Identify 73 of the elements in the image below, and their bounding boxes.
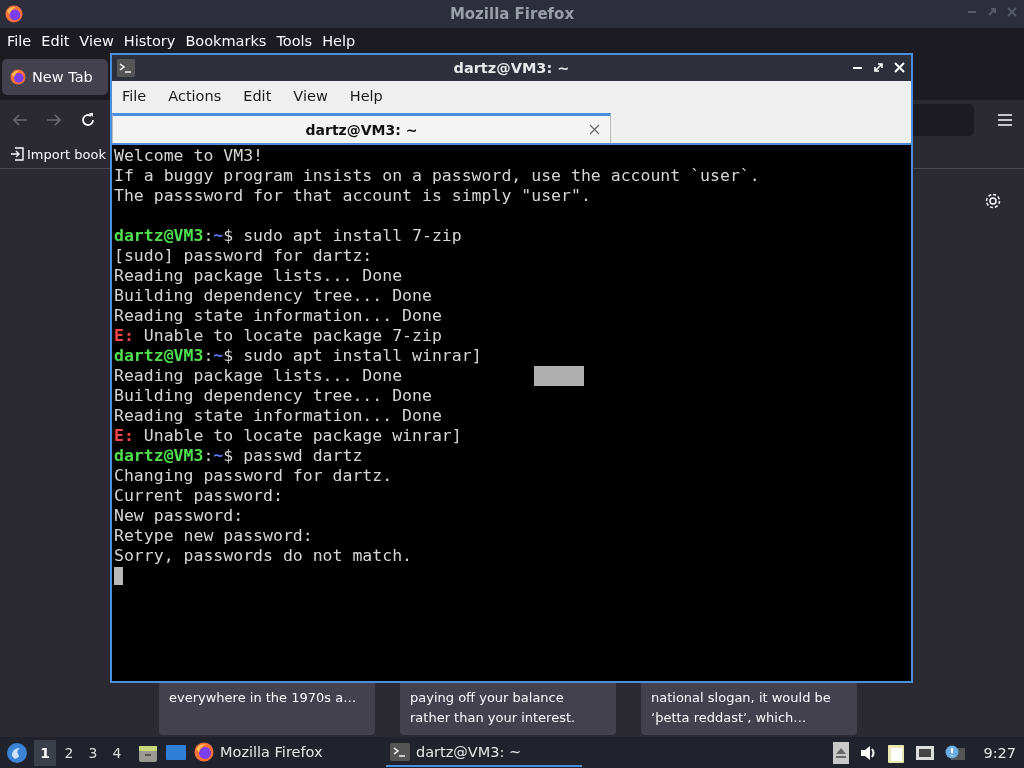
terminal-line: dartz@VM3:~$ passwd dartz — [114, 446, 363, 466]
browser-logo-icon — [5, 5, 23, 23]
terminal-line: Reading package lists... Done — [114, 366, 403, 386]
menu-item[interactable]: History — [118, 33, 181, 49]
terminal-line: Current password: — [114, 486, 283, 506]
menu-item[interactable]: Edit — [237, 88, 280, 104]
story-card[interactable]: everywhere in the 1970s a… — [159, 683, 375, 735]
menu-item[interactable]: File — [116, 88, 155, 104]
eject-icon[interactable] — [833, 741, 850, 764]
terminal-line: Reading state information... Done — [114, 406, 442, 426]
card-text: ‘þetta reddast’, which… — [651, 709, 807, 727]
menu-item[interactable]: Edit — [36, 33, 75, 49]
card-text: paying off your balance — [410, 689, 564, 707]
terminal-line: Building dependency tree... Done — [114, 286, 432, 306]
window-title: Mozilla Firefox — [449, 5, 575, 23]
taskbar-task[interactable]: dartz@VM3: ~ — [386, 738, 582, 767]
terminal-line: E: Unable to locate package winrar] — [114, 426, 462, 446]
menu-item[interactable]: Help — [317, 33, 361, 49]
card-text: rather than your interest. — [410, 709, 576, 727]
terminal-line: Sorry, passwords do not match. — [114, 546, 412, 566]
desktop-icon[interactable] — [166, 743, 186, 762]
taskbar-task[interactable]: Mozilla Firefox — [190, 738, 386, 767]
window-title: dartz@VM3: ~ — [453, 60, 570, 76]
terminal-line: Reading state information... Done — [114, 306, 442, 326]
bookmark-item[interactable]: Import book — [10, 146, 106, 162]
terminal-line: dartz@VM3:~$ sudo apt install winrar] — [114, 346, 482, 366]
settings-icon[interactable] — [984, 192, 1002, 210]
notification-icon[interactable] — [945, 743, 966, 762]
menu-icon[interactable] — [998, 114, 1012, 126]
start-menu-icon[interactable] — [6, 741, 28, 764]
workspace-button[interactable]: 2 — [58, 739, 80, 766]
workspace-button[interactable]: 1 — [34, 739, 56, 766]
terminal-tab[interactable]: dartz@VM3: ~ — [112, 113, 611, 143]
url-field[interactable] — [912, 104, 974, 136]
terminal-icon — [117, 59, 135, 77]
terminal-line: [sudo] password for dartz: — [114, 246, 373, 266]
selection-highlight — [534, 366, 584, 386]
clock-text: 9:27 — [983, 744, 1016, 761]
terminal-line: Reading package lists... Done — [114, 266, 403, 286]
menu-item[interactable]: Help — [343, 88, 391, 104]
workspace-button[interactable]: 4 — [106, 739, 128, 766]
menu-item[interactable]: View — [287, 88, 336, 104]
reload-icon[interactable] — [80, 112, 96, 128]
back-icon[interactable] — [12, 112, 28, 128]
card-text: everywhere in the 1970s a… — [169, 689, 357, 707]
browser-tab[interactable]: New Tab — [2, 59, 108, 95]
browser-logo-icon — [194, 741, 214, 762]
workspace-button[interactable]: 3 — [82, 739, 104, 766]
terminal-line: dartz@VM3:~$ sudo apt install 7-zip — [114, 226, 462, 246]
menu-item[interactable]: View — [74, 33, 119, 49]
menu-item[interactable]: Tools — [271, 33, 318, 49]
import-icon — [10, 147, 24, 161]
network-icon[interactable] — [915, 743, 936, 762]
browser-logo-icon — [10, 69, 26, 85]
forward-icon[interactable] — [46, 112, 62, 128]
terminal-line: Welcome to VM3! — [114, 146, 263, 166]
terminal-line: New password: — [114, 506, 244, 526]
terminal-icon — [390, 742, 410, 761]
text-cursor — [114, 567, 123, 585]
story-card[interactable]: paying off your balance rather than your interest. — [400, 683, 616, 735]
terminal-line: Changing password for dartz. — [114, 466, 393, 486]
maximize-icon[interactable] — [873, 62, 884, 73]
card-text: national slogan, it would be — [651, 689, 831, 707]
clipboard-icon[interactable] — [887, 742, 906, 763]
menu-item[interactable]: Bookmarks — [180, 33, 272, 49]
terminal-line: Retype new password: — [114, 526, 313, 546]
terminal-line: If a buggy program insists on a password, use the account `user`. — [114, 166, 760, 186]
terminal-line: Building dependency tree... Done — [114, 386, 432, 406]
menu-item[interactable]: Actions — [162, 88, 230, 104]
story-card[interactable]: national slogan, it would be ‘þetta reddast’, which… — [641, 683, 857, 735]
terminal-line: E: Unable to locate package 7-zip — [114, 326, 442, 346]
terminal-line: The passsword for that account is simply "user". — [114, 186, 591, 206]
menu-item[interactable]: File — [2, 33, 37, 49]
